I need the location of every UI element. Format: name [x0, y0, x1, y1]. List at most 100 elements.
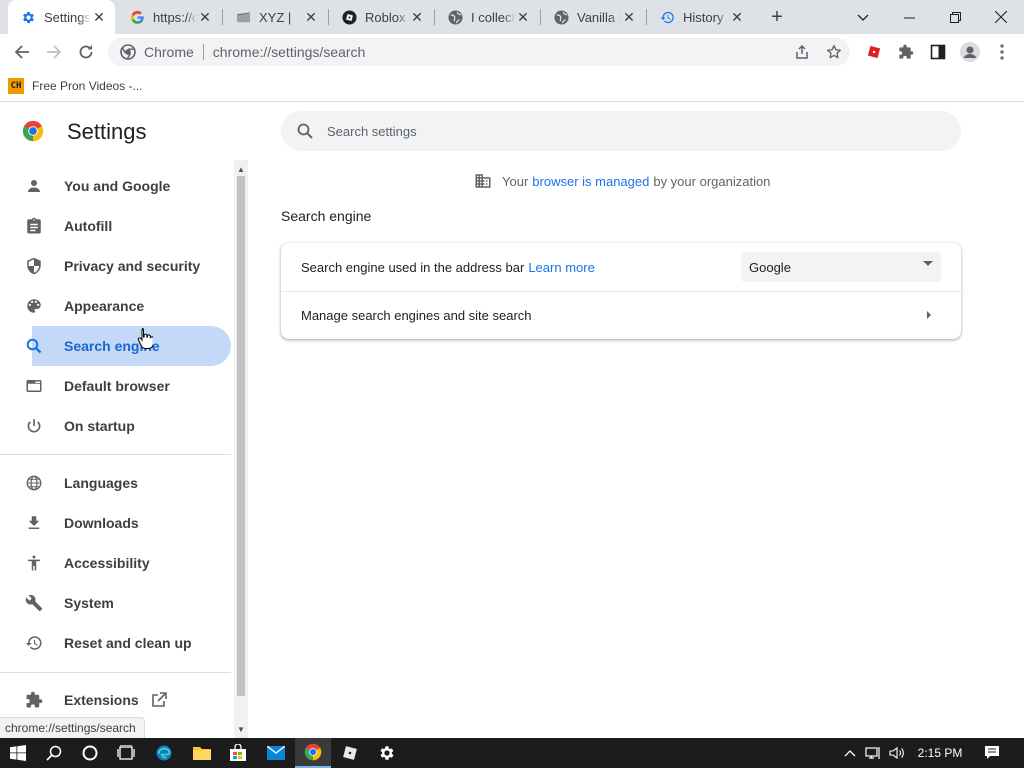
tab-title: https://c: [153, 9, 197, 25]
forward-button[interactable]: [40, 38, 68, 66]
sidebar-item-label: Appearance: [64, 298, 145, 314]
taskbar-edge[interactable]: [146, 738, 182, 768]
sidebar-item-on-startup[interactable]: On startup: [0, 406, 231, 446]
close-icon[interactable]: ✕: [303, 9, 319, 25]
dropdown-arrow-icon: [923, 261, 933, 266]
sidebar-scrollbar[interactable]: ▲ ▼: [234, 160, 248, 738]
back-button[interactable]: [8, 38, 36, 66]
extensions-button[interactable]: [893, 39, 919, 65]
scroll-down-icon[interactable]: ▼: [234, 722, 248, 736]
taskbar-chrome[interactable]: [295, 738, 331, 768]
tab-settings[interactable]: Settings ✕: [8, 0, 115, 34]
profile-button[interactable]: [957, 39, 983, 65]
sidebar-item-accessibility[interactable]: Accessibility: [0, 543, 231, 583]
minimize-button[interactable]: [886, 0, 932, 34]
tab-title: Vanilla L: [577, 9, 621, 25]
cortana-icon: [82, 745, 98, 761]
sidebar-item-label: Privacy and security: [64, 258, 201, 274]
notification-icon: [985, 746, 999, 759]
bookmarks-bar: CH Free Pron Videos -...: [0, 70, 1024, 102]
page-title: Settings: [67, 119, 147, 144]
settings-search[interactable]: [281, 111, 961, 151]
taskbar: 2:15 PM: [0, 738, 1024, 768]
reload-button[interactable]: [72, 38, 100, 66]
clock[interactable]: 2:15 PM: [912, 738, 968, 768]
sidebar-item-downloads[interactable]: Downloads: [0, 503, 231, 543]
row-label: Search engine used in the address bar Lea…: [301, 260, 595, 275]
search-engine-select[interactable]: Google: [741, 252, 941, 282]
scroll-up-icon[interactable]: ▲: [234, 162, 248, 176]
address-bar[interactable]: Chrome chrome://settings/search: [108, 38, 850, 66]
taskbar-store[interactable]: [220, 738, 256, 768]
chrome-icon: [304, 743, 322, 761]
sidebar-item-system[interactable]: System: [0, 583, 231, 623]
puzzle-icon: [24, 690, 44, 710]
search-input[interactable]: [327, 123, 927, 139]
sidebar-item-default-browser[interactable]: Default browser: [0, 366, 231, 406]
sidebar: You and Google Autofill Privacy and secu…: [0, 160, 248, 738]
gear-icon: [20, 9, 36, 25]
sidebar-item-autofill[interactable]: Autofill: [0, 206, 231, 246]
taskbar-roblox[interactable]: [332, 738, 368, 768]
tab-roblox[interactable]: Roblox | ✕: [329, 0, 433, 34]
volume-button[interactable]: [886, 738, 908, 768]
bookmark-item[interactable]: CH Free Pron Videos -...: [8, 76, 143, 96]
action-center-button[interactable]: [978, 738, 1006, 768]
tab-history[interactable]: History ✕: [647, 0, 753, 34]
close-icon[interactable]: ✕: [621, 9, 637, 25]
new-tab-button[interactable]: +: [765, 5, 789, 29]
tab-google[interactable]: https://c ✕: [117, 0, 221, 34]
sidebar-item-you-and-google[interactable]: You and Google: [0, 166, 231, 206]
sidebar-item-languages[interactable]: Languages: [0, 463, 231, 503]
taskbar-mail[interactable]: [258, 738, 294, 768]
close-icon: [995, 11, 1007, 23]
taskbar-settings[interactable]: [369, 738, 405, 768]
clipboard-icon: [24, 216, 44, 236]
close-icon[interactable]: ✕: [409, 9, 425, 25]
sidebar-item-extensions[interactable]: Extensions: [0, 680, 231, 720]
close-icon[interactable]: ✕: [91, 9, 107, 25]
tab-xyz[interactable]: XYZ | ✕: [223, 0, 327, 34]
tab-strip: Settings ✕ https://c ✕ XYZ | ✕ Roblox | …: [0, 0, 1024, 34]
tray-overflow-button[interactable]: [840, 738, 860, 768]
history-icon: [659, 9, 675, 25]
row-label: Manage search engines and site search: [301, 308, 532, 323]
start-button[interactable]: [0, 738, 36, 768]
scroll-thumb[interactable]: [237, 176, 245, 696]
managed-link[interactable]: browser is managed: [532, 174, 649, 189]
share-button[interactable]: [790, 40, 814, 64]
sidebar-item-reset[interactable]: Reset and clean up: [0, 623, 231, 663]
taskbar-search-button[interactable]: [36, 738, 72, 768]
network-button[interactable]: [862, 738, 884, 768]
task-view-button[interactable]: [108, 738, 144, 768]
sidebar-item-search-engine[interactable]: Search engine: [26, 326, 231, 366]
task-view-icon: [117, 745, 135, 760]
settings-header: Settings: [0, 103, 1024, 159]
gear-icon: [380, 746, 394, 760]
search-icon: [24, 336, 44, 356]
search-engine-card: Search engine used in the address bar Lea…: [281, 243, 961, 339]
menu-button[interactable]: [989, 39, 1015, 65]
learn-more-link[interactable]: Learn more: [528, 260, 594, 275]
close-icon[interactable]: ✕: [729, 9, 745, 25]
side-panel-button[interactable]: [925, 39, 951, 65]
tab-i-collect[interactable]: I collect ✕: [435, 0, 539, 34]
more-vert-icon: [1000, 44, 1004, 60]
manage-search-engines-row[interactable]: Manage search engines and site search: [281, 291, 961, 339]
sidebar-item-privacy[interactable]: Privacy and security: [0, 246, 231, 286]
globe-icon: [553, 9, 569, 25]
close-icon[interactable]: ✕: [197, 9, 213, 25]
tab-search-button[interactable]: [840, 0, 886, 34]
folder-icon: [193, 747, 211, 760]
sidebar-item-appearance[interactable]: Appearance: [0, 286, 231, 326]
chevron-up-icon: [844, 750, 856, 757]
close-icon[interactable]: ✕: [515, 9, 531, 25]
tab-vanilla[interactable]: Vanilla L ✕: [541, 0, 645, 34]
bookmark-star-button[interactable]: [822, 40, 846, 64]
roblox-extension-icon: [867, 45, 881, 59]
close-window-button[interactable]: [978, 0, 1024, 34]
taskbar-file-explorer[interactable]: [184, 738, 220, 768]
cortana-button[interactable]: [72, 738, 108, 768]
restore-button[interactable]: [932, 0, 978, 34]
roblox-extension-button[interactable]: [861, 39, 887, 65]
